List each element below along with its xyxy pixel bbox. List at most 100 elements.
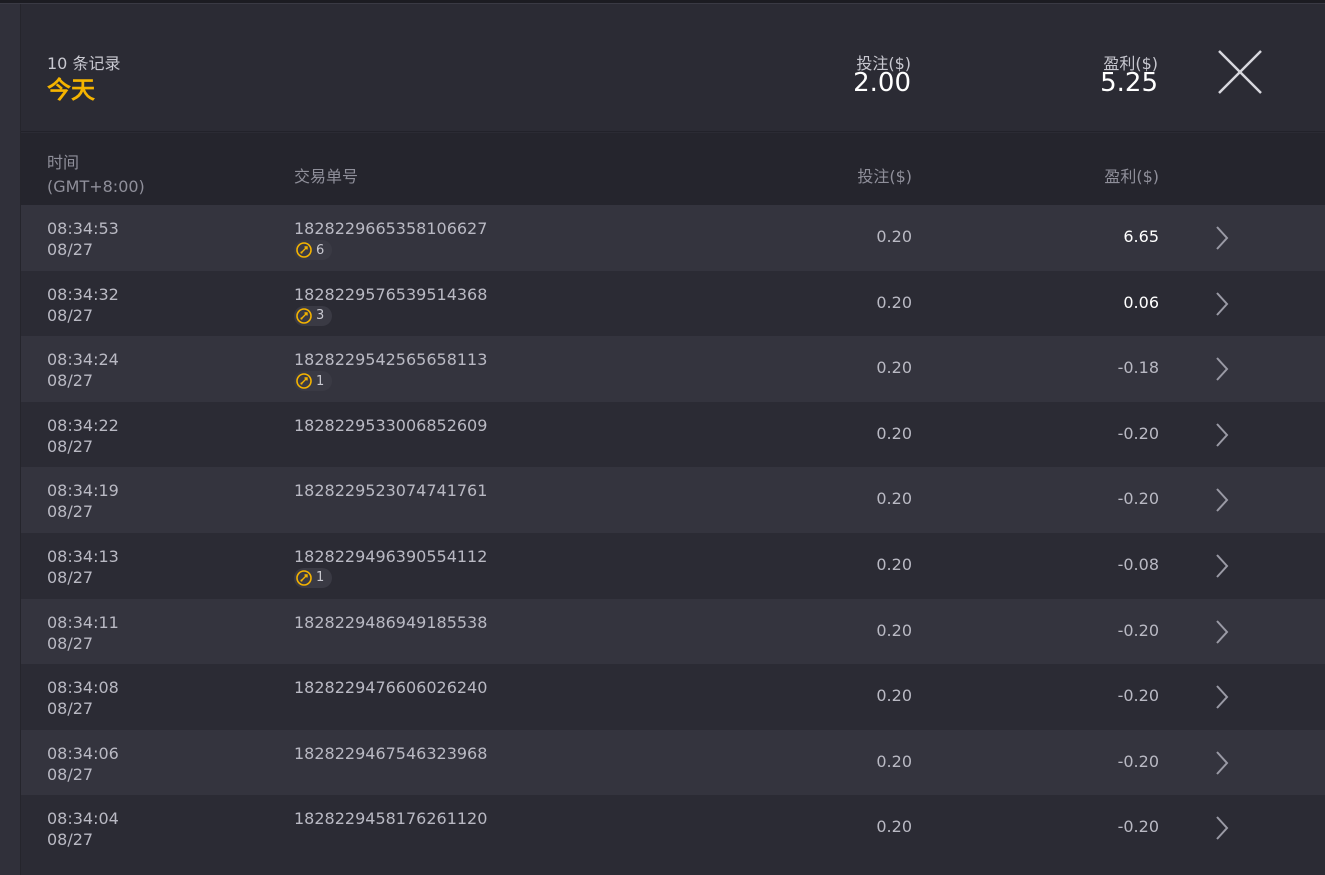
row-time-cell: 08:34:11 08/27 [47,612,119,654]
row-time: 08:34:06 [47,743,119,763]
row-order-cell: 1828229486949185538 [294,612,487,633]
left-edge-bar [0,4,21,875]
row-date: 08/27 [47,371,94,391]
row-order-id: 1828229467546323968 [294,743,488,763]
row-bet: 0.20 [876,620,912,640]
chevron-right-icon[interactable] [1215,553,1229,579]
row-time: 08:34:22 [47,415,119,435]
row-time: 08:34:19 [47,481,119,501]
row-bet: 0.20 [876,686,912,706]
total-bet-value: 2.00 [853,68,911,98]
row-order-cell: 1828229665358106627 6 [294,218,487,263]
row-date: 08/27 [47,305,94,325]
row-bet: 0.20 [876,751,912,771]
close-button[interactable] [1217,49,1263,95]
table-row[interactable]: 08:34:53 08/27 1828229665358106627 6 0.20 6.6… [21,205,1325,271]
records-list: 08:34:53 08/27 1828229665358106627 6 0.20 6.6… [21,205,1325,861]
row-time: 08:34:04 [47,809,119,829]
row-time-cell: 08:34:32 08/27 [47,284,119,326]
row-date: 08/27 [47,567,94,587]
header-profit: 盈利($) [1104,167,1159,186]
row-profit: -0.08 [1117,554,1159,574]
chevron-right-icon[interactable] [1215,619,1229,645]
close-icon [1218,50,1262,94]
row-order-id: 1828229496390554112 [294,546,488,566]
free-spin-badge: 1 [294,371,333,392]
row-time: 08:34:13 [47,546,119,566]
table-row[interactable]: 08:34:24 08/27 1828229542565658113 1 0.20 -0.… [21,336,1325,402]
row-order-cell: 1828229496390554112 1 [294,546,487,591]
row-date: 08/27 [47,502,94,522]
row-profit: -0.20 [1117,423,1159,443]
table-row[interactable]: 08:34:13 08/27 1828229496390554112 1 0.20 -0.… [21,532,1325,599]
row-date: 08/27 [47,240,94,259]
table-row[interactable]: 08:34:06 08/27 1828229467546323968 0.20 -0.2… [21,729,1325,796]
row-order-cell: 1828229458176261120 [294,808,487,829]
row-time-cell: 08:34:22 08/27 [47,415,119,457]
chevron-right-icon[interactable] [1215,815,1229,841]
row-bet: 0.20 [876,489,912,509]
free-spin-count: 3 [316,308,325,324]
row-date: 08/27 [47,764,94,784]
row-time-cell: 08:34:08 08/27 [47,677,119,719]
header-bet: 投注($) [857,167,912,186]
period-filter[interactable]: 今天 [47,70,95,105]
free-spin-icon [296,373,312,389]
row-order-id: 1828229458176261120 [294,809,488,829]
table-row[interactable]: 08:34:11 08/27 1828229486949185538 0.20 -0.2… [21,598,1325,665]
row-order-cell: 1828229467546323968 [294,743,487,764]
table-row[interactable]: 08:34:32 08/27 1828229576539514368 3 0.20 0.0… [21,270,1325,337]
row-order-id: 1828229665358106627 [294,219,488,238]
row-date: 08/27 [47,699,94,719]
row-time-cell: 08:34:24 08/27 [47,349,119,391]
row-time: 08:34:53 [47,219,119,238]
row-profit: -0.18 [1117,358,1159,378]
row-order-cell: 1828229576539514368 3 [294,284,487,329]
row-order-id: 1828229476606026240 [294,678,488,698]
row-date: 08/27 [47,633,94,653]
row-order-id: 1828229576539514368 [294,284,488,304]
free-spin-icon [296,570,312,586]
header-timezone: (GMT+8:00) [47,177,145,196]
row-bet: 0.20 [876,292,912,312]
row-profit: -0.20 [1117,686,1159,706]
table-row[interactable]: 08:34:04 08/27 1828229458176261120 0.20 -0.2… [21,795,1325,861]
free-spin-icon [296,242,312,258]
header-order-id: 交易单号 [294,167,359,186]
row-order-id: 1828229523074741761 [294,481,488,501]
table-row[interactable]: 08:34:22 08/27 1828229533006852609 0.20 -0.2… [21,401,1325,468]
row-bet: 0.20 [876,423,912,443]
chevron-right-icon[interactable] [1215,291,1229,317]
total-profit-value: 5.25 [1100,68,1158,98]
row-bet: 0.20 [876,227,912,246]
row-profit: -0.20 [1117,620,1159,640]
chevron-right-icon[interactable] [1215,684,1229,710]
chevron-right-icon[interactable] [1215,487,1229,513]
row-time: 08:34:11 [47,612,119,632]
row-date: 08/27 [47,436,94,456]
row-time: 08:34:24 [47,350,119,370]
row-order-id: 1828229533006852609 [294,415,488,435]
table-row[interactable]: 08:34:19 08/27 1828229523074741761 0.20 -0.2… [21,467,1325,533]
chevron-right-icon[interactable] [1215,225,1229,251]
free-spin-badge: 1 [294,567,333,588]
row-time-cell: 08:34:53 08/27 [47,218,119,260]
row-profit: 0.06 [1123,292,1159,312]
row-order-cell: 1828229533006852609 [294,415,487,436]
table-header: 时间 (GMT+8:00) 交易单号 投注($) 盈利($) [21,133,1325,205]
row-bet: 0.20 [876,817,912,837]
chevron-right-icon[interactable] [1215,356,1229,382]
row-time: 08:34:32 [47,284,119,304]
chevron-right-icon[interactable] [1215,750,1229,776]
free-spin-badge: 6 [294,240,333,260]
row-order-id: 1828229542565658113 [294,350,488,370]
table-row[interactable]: 08:34:08 08/27 1828229476606026240 0.20 -0.2… [21,664,1325,730]
free-spin-badge: 3 [294,305,333,326]
chevron-right-icon[interactable] [1215,422,1229,448]
free-spin-icon [296,307,312,324]
row-bet: 0.20 [876,358,912,378]
row-profit: -0.20 [1117,817,1159,837]
row-order-cell: 1828229542565658113 1 [294,349,487,394]
free-spin-count: 1 [316,570,325,586]
row-profit: -0.20 [1117,751,1159,771]
